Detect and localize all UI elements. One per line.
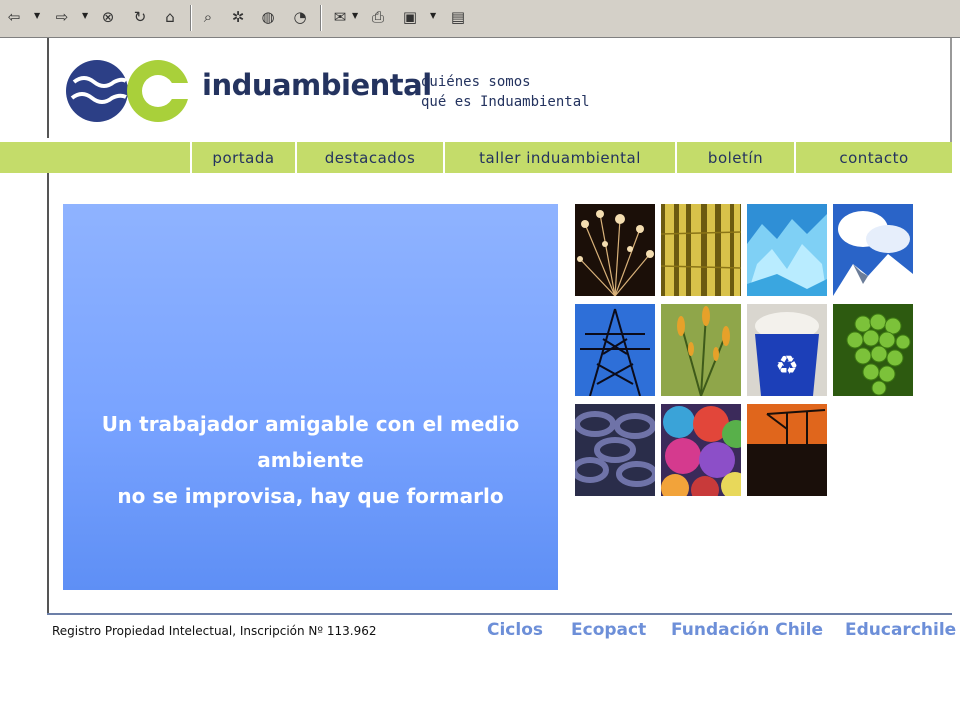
partner-link-educarchile[interactable]: Educarchile [845, 620, 956, 640]
history-icon[interactable]: ◔ [290, 6, 310, 28]
construction-crane-image[interactable] [747, 404, 827, 496]
brand-name: induambiental [202, 68, 432, 102]
browser-toolbar: ⇦ ▼ ⇨ ▼ ⊗ ↻ ⌂ ⌕ ✲ ◍ ◔ ✉ ▼ ⎙ ▣ ▼ ▤ [0, 0, 960, 38]
environment-gallery: ♻ [575, 204, 915, 496]
favorites-icon[interactable]: ✲ [228, 6, 248, 28]
page-left-border [47, 38, 49, 138]
bamboo-forest-image[interactable] [661, 204, 741, 296]
mail-icon[interactable]: ✉ [330, 6, 350, 28]
stop-icon[interactable]: ⊗ [98, 6, 118, 28]
back-dropdown-icon[interactable]: ▼ [34, 11, 42, 21]
hero-slogan-line2: no se improvisa, hay que formarlo [117, 484, 504, 508]
induambiental-logo[interactable] [66, 52, 190, 130]
yarn-balls-image[interactable] [661, 404, 741, 496]
nav-item-boletin[interactable]: boletín [675, 142, 794, 173]
media-icon[interactable]: ◍ [258, 6, 278, 28]
partner-link-fundacion-chile[interactable]: Fundación Chile [671, 620, 823, 640]
main-nav: portada destacados taller induambiental … [0, 142, 952, 173]
nav-item-destacados[interactable]: destacados [295, 142, 443, 173]
footer-divider [47, 613, 952, 615]
nav-item-contacto[interactable]: contacto [794, 142, 952, 173]
svg-text:♻: ♻ [775, 351, 798, 381]
link-quienes-somos[interactable]: quiénes somos [421, 72, 590, 92]
edit-icon[interactable]: ▣ [400, 6, 420, 28]
toolbar-separator [320, 5, 322, 31]
hero-slogan-line1: Un trabajador amigable con el medio ambi… [101, 412, 520, 472]
partner-link-ecopact[interactable]: Ecopact [571, 620, 646, 640]
home-icon[interactable]: ⌂ [160, 6, 180, 28]
forward-arrow-icon[interactable]: ⇨ [52, 6, 72, 28]
page-right-border [950, 38, 952, 142]
glacier-image[interactable] [747, 204, 827, 296]
stacked-tires-image[interactable] [575, 404, 655, 496]
discuss-icon[interactable]: ▤ [448, 6, 468, 28]
refresh-icon[interactable]: ↻ [130, 6, 150, 28]
nav-item-portada[interactable]: portada [190, 142, 295, 173]
back-arrow-icon[interactable]: ⇦ [4, 6, 24, 28]
edit-dropdown-icon[interactable]: ▼ [430, 11, 438, 21]
mail-dropdown-icon[interactable]: ▼ [352, 11, 360, 21]
plant-buds-image[interactable] [661, 304, 741, 396]
recycling-bin-image[interactable]: ♻ [747, 304, 827, 396]
power-tower-image[interactable] [575, 304, 655, 396]
link-que-es-induambiental[interactable]: qué es Induambiental [421, 92, 590, 112]
hero-slogan: Un trabajador amigable con el medio ambi… [63, 406, 558, 514]
toolbar-separator [190, 5, 192, 31]
nav-item-taller[interactable]: taller induambiental [443, 142, 675, 173]
partner-link-ciclos[interactable]: Ciclos [487, 620, 543, 640]
fiber-optic-image[interactable] [575, 204, 655, 296]
copyright-registration: Registro Propiedad Intelectual, Inscripc… [52, 624, 377, 638]
hero-banner: Un trabajador amigable con el medio ambi… [63, 204, 558, 590]
green-grapes-image[interactable] [833, 304, 913, 396]
search-icon[interactable]: ⌕ [198, 6, 218, 28]
top-links: quiénes somos qué es Induambiental [421, 72, 590, 112]
print-icon[interactable]: ⎙ [368, 6, 388, 28]
page-left-border [47, 173, 49, 615]
snowy-mountain-image[interactable] [833, 204, 913, 296]
forward-dropdown-icon[interactable]: ▼ [82, 11, 90, 21]
